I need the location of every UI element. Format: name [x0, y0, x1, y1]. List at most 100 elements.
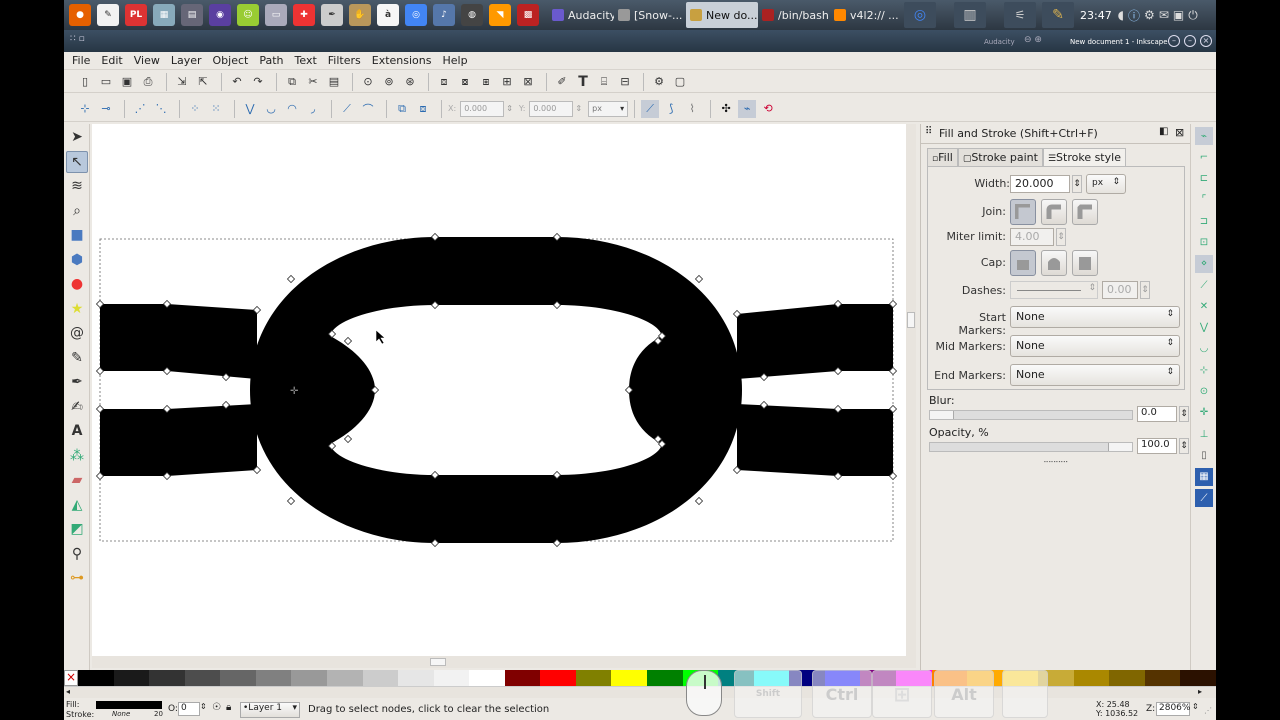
- zoom-spin-icon[interactable]: ⇕: [1192, 702, 1199, 711]
- rectangle-tool-icon[interactable]: ■: [66, 224, 88, 246]
- stroke-to-path-icon[interactable]: ⧈: [414, 100, 432, 118]
- miter-spin-icon[interactable]: ⇕: [1056, 228, 1066, 246]
- open-icon[interactable]: ▭: [97, 73, 115, 91]
- android-icon[interactable]: ☺: [237, 4, 259, 26]
- color-swatch[interactable]: [220, 670, 256, 686]
- path-node[interactable]: [286, 274, 296, 284]
- dropper-tool-icon[interactable]: ⚲: [66, 543, 88, 565]
- snap-page-border-icon[interactable]: ▯: [1195, 446, 1213, 464]
- star-tool-icon[interactable]: ★: [66, 298, 88, 320]
- chain-link-drawing[interactable]: ✛: [92, 124, 906, 656]
- pen-tool-icon[interactable]: ✒: [66, 371, 88, 393]
- segment-curve-icon[interactable]: ⌒: [359, 100, 377, 118]
- dashes-select[interactable]: ⇕: [1010, 281, 1098, 299]
- width-unit-select[interactable]: px ⇕: [1086, 174, 1126, 194]
- blur-input[interactable]: 0.0: [1137, 406, 1177, 422]
- color-swatch[interactable]: [362, 670, 399, 686]
- color-swatch[interactable]: [1180, 670, 1216, 686]
- copy-icon[interactable]: ⧉: [283, 73, 301, 91]
- snap-midpoints-icon[interactable]: ⊹: [1195, 361, 1213, 379]
- color-swatch[interactable]: [433, 670, 470, 686]
- node-y-input[interactable]: 0.000: [529, 100, 574, 117]
- group-icon[interactable]: ⊞: [498, 73, 516, 91]
- color-swatch[interactable]: [1144, 670, 1181, 686]
- color-swatch[interactable]: [255, 670, 292, 686]
- tab-stroke-paint[interactable]: ▢Stroke paint: [957, 148, 1043, 166]
- xml-editor-icon[interactable]: ⌸: [595, 73, 613, 91]
- drawing-canvas[interactable]: ✛: [92, 124, 906, 656]
- ellipse-tool-icon[interactable]: ●: [66, 273, 88, 295]
- calligraphy-tool-icon[interactable]: ✍: [66, 396, 88, 418]
- menu-filters[interactable]: Filters: [328, 54, 361, 67]
- node-smooth-icon[interactable]: ◡: [262, 100, 280, 118]
- firefox-icon[interactable]: ●: [69, 4, 91, 26]
- mid-markers-select[interactable]: None ⇕: [1010, 335, 1180, 357]
- color-swatch[interactable]: [113, 670, 150, 686]
- blur-spin-icon[interactable]: ⇕: [1179, 406, 1189, 422]
- fill-stroke-icon[interactable]: ✐: [553, 73, 571, 91]
- menu-text[interactable]: Text: [295, 54, 317, 67]
- chat-icon[interactable]: ✉: [1159, 8, 1169, 22]
- path-node[interactable]: [694, 274, 704, 284]
- snap-text-baseline-icon[interactable]: ⊥: [1195, 425, 1213, 443]
- node-x-input[interactable]: 0.000: [460, 100, 505, 117]
- menu-view[interactable]: View: [134, 54, 160, 67]
- vertical-scrollbar[interactable]: [906, 124, 916, 656]
- task-button[interactable]: /bin/bash: [758, 2, 830, 28]
- node-symmetric-icon[interactable]: ◠: [283, 100, 301, 118]
- maximize-icon[interactable]: –: [1184, 35, 1196, 47]
- zoom-tool-icon[interactable]: ⌕: [66, 200, 88, 222]
- status-opacity-input[interactable]: 0: [178, 702, 200, 716]
- eraser-tool-icon[interactable]: ▰: [66, 469, 88, 491]
- fill-swatch[interactable]: [96, 701, 162, 709]
- snap-smooth-icon[interactable]: ◡: [1195, 340, 1213, 358]
- pencil-tool-icon[interactable]: ✎: [66, 347, 88, 369]
- menu-extensions[interactable]: Extensions: [372, 54, 432, 67]
- tab-fill[interactable]: ▫Fill: [927, 148, 958, 166]
- status-opacity-spin-icon[interactable]: ⇕: [200, 702, 207, 711]
- miter-limit-input[interactable]: 4.00: [1010, 228, 1054, 246]
- settings-tray-icon[interactable]: ⚙: [1144, 8, 1155, 22]
- ungroup-icon[interactable]: ⊠: [519, 73, 537, 91]
- transform-handles-icon[interactable]: ✣: [717, 100, 735, 118]
- dash-offset-spin-icon[interactable]: ⇕: [1140, 281, 1150, 299]
- opacity-slider[interactable]: [929, 442, 1133, 452]
- menu-edit[interactable]: Edit: [101, 54, 122, 67]
- snap-nodes-icon[interactable]: ⋄: [1195, 254, 1213, 273]
- cap-butt-button[interactable]: [1010, 250, 1036, 276]
- snap-grid-icon[interactable]: ▦: [1195, 467, 1213, 486]
- power-icon[interactable]: ⏻: [1188, 8, 1198, 23]
- scroll-left-icon[interactable]: ◂: [66, 687, 70, 696]
- task-button[interactable]: Audacity: [548, 2, 614, 28]
- menu-file[interactable]: File: [72, 54, 90, 67]
- opacity-slider-thumb[interactable]: [1108, 443, 1132, 451]
- color-swatch[interactable]: [1073, 670, 1110, 686]
- redo-icon[interactable]: ↷: [249, 73, 267, 91]
- image-viewer-icon[interactable]: ▦: [153, 4, 175, 26]
- segment-line-icon[interactable]: ⟋: [338, 100, 356, 118]
- menu-help[interactable]: Help: [442, 54, 467, 67]
- tray-chrome-icon[interactable]: ◎: [904, 2, 936, 28]
- chrome-icon[interactable]: ◎: [405, 4, 427, 26]
- width-spin-icon[interactable]: ⇕: [1072, 175, 1082, 193]
- snap-bbox-center-icon[interactable]: ⊡: [1195, 233, 1213, 251]
- display-icon[interactable]: ▣: [1173, 8, 1184, 22]
- tray-network-icon[interactable]: ⚟: [1004, 2, 1036, 28]
- blur-slider[interactable]: [929, 410, 1133, 420]
- color-swatch[interactable]: [398, 670, 434, 686]
- start-markers-select[interactable]: None ⇕: [1010, 306, 1180, 328]
- unlink-clone-icon[interactable]: ⧆: [477, 73, 495, 91]
- break-path-icon[interactable]: ⋱: [152, 100, 170, 118]
- no-paint-swatch-icon[interactable]: ×: [64, 670, 78, 686]
- snap-rotation-center-icon[interactable]: ✛: [1195, 404, 1213, 422]
- dash-offset-input[interactable]: 0.00: [1102, 281, 1138, 299]
- color-swatch[interactable]: [504, 670, 541, 686]
- opacity-spin-icon[interactable]: ⇕: [1179, 438, 1189, 454]
- text-editor-icon[interactable]: ✎: [97, 4, 119, 26]
- tab-stroke-style[interactable]: ☰Stroke style: [1042, 148, 1126, 166]
- color-swatch[interactable]: [78, 670, 114, 686]
- dialog-close-icon[interactable]: ⊠: [1175, 126, 1184, 139]
- blur-slider-thumb[interactable]: [930, 411, 954, 419]
- snap-cusp-icon[interactable]: ⋁: [1195, 319, 1213, 337]
- cap-round-button[interactable]: [1041, 250, 1067, 276]
